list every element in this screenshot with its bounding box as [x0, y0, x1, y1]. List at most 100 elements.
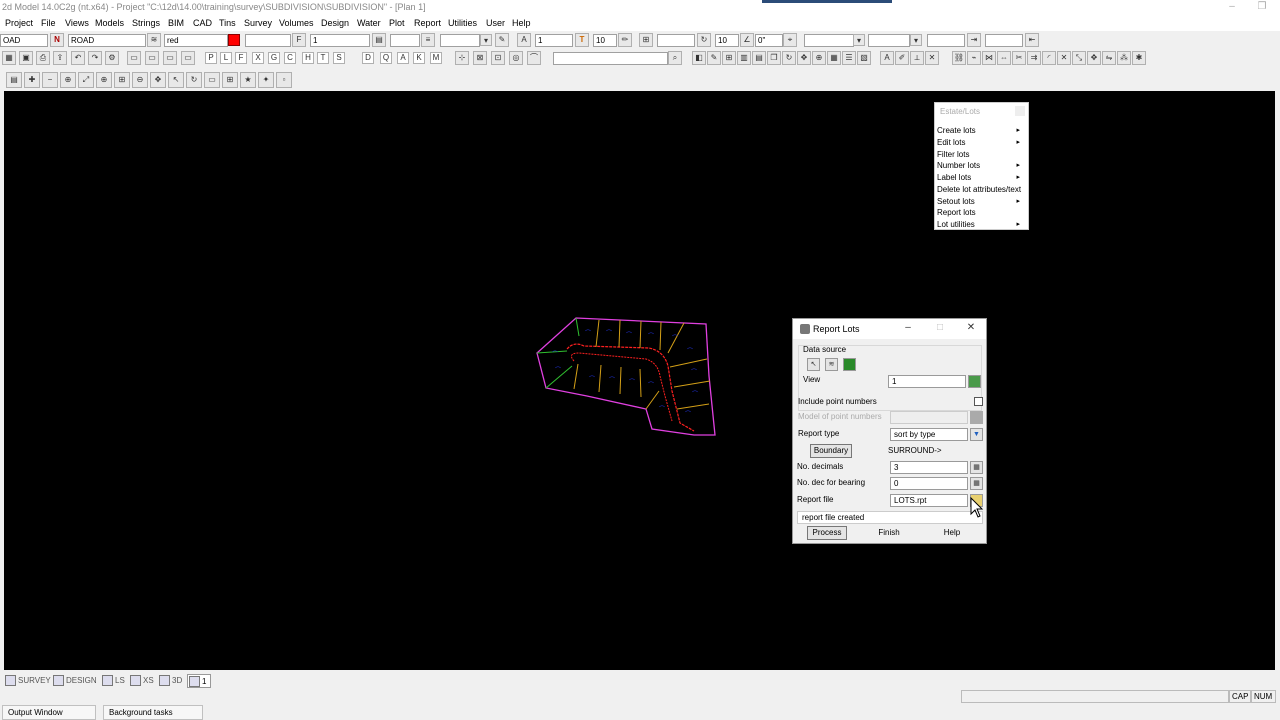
chain-icon[interactable]: ⛓	[952, 51, 966, 65]
angle-pick-icon[interactable]: ⌖	[783, 33, 797, 47]
minimize-icon[interactable]: –	[1220, 1, 1244, 15]
attributes-icon[interactable]: ▧	[857, 51, 871, 65]
snap-p-button[interactable]: P	[205, 52, 217, 64]
linestyle-icon[interactable]: F	[292, 33, 306, 47]
menu-item-label-lots[interactable]: Label lots ▸	[936, 173, 1028, 185]
list-icon[interactable]: ☰	[842, 51, 856, 65]
break-icon[interactable]: ⌁	[967, 51, 981, 65]
text-style-icon[interactable]: A	[517, 33, 531, 47]
linestyle-field[interactable]	[245, 34, 291, 47]
angle-icon[interactable]: ∠	[740, 33, 754, 47]
snap-s-button[interactable]: S	[333, 52, 345, 64]
colour-field[interactable]: red	[164, 34, 228, 47]
close-icon[interactable]: ✕	[964, 322, 978, 336]
folder-open-icon[interactable]: ▭	[127, 51, 141, 65]
snap-arc-icon[interactable]: ⌒	[527, 51, 541, 65]
model-select-icon[interactable]	[970, 411, 983, 424]
snap-t-button[interactable]: T	[317, 52, 329, 64]
menu-volumes[interactable]: Volumes	[279, 18, 314, 28]
chevron-down-icon[interactable]: ▾	[910, 34, 922, 46]
redo-icon[interactable]: ↷	[88, 51, 102, 65]
extend-icon[interactable]: ⇔	[997, 51, 1011, 65]
zoom-pick-icon[interactable]: ⤢	[78, 72, 94, 88]
table-icon[interactable]: ▦	[827, 51, 841, 65]
menu-report[interactable]: Report	[414, 18, 441, 28]
menu-user[interactable]: User	[486, 18, 505, 28]
tab-3d[interactable]: 3D	[158, 674, 182, 688]
boundary-field[interactable]: SURROUND->	[884, 444, 972, 457]
maximize-icon[interactable]: □	[933, 322, 947, 336]
snap-mid-icon[interactable]: ⊡	[491, 51, 505, 65]
snap-g-button[interactable]: G	[268, 52, 280, 64]
layout-icon[interactable]: ▥	[737, 51, 751, 65]
view-select-icon[interactable]	[968, 375, 981, 388]
zoom-window-icon[interactable]: ⊞	[114, 72, 130, 88]
new-icon[interactable]: ▦	[2, 51, 16, 65]
measure-icon[interactable]: ⟂	[910, 51, 924, 65]
include-point-numbers-checkbox[interactable]	[974, 397, 983, 406]
menu-design[interactable]: Design	[321, 18, 349, 28]
trim-icon[interactable]: ✂	[1012, 51, 1026, 65]
tab-plan-1[interactable]: 1	[187, 674, 212, 688]
snap-l-button[interactable]: L	[220, 52, 232, 64]
window-restore-icon[interactable]: ▫	[276, 72, 292, 88]
layers-icon[interactable]: ≋	[147, 33, 161, 47]
folder-search-icon[interactable]: ▭	[163, 51, 177, 65]
model-point-numbers-field[interactable]	[890, 411, 968, 424]
size-field[interactable]: 10	[593, 34, 617, 47]
edit-tool-icon[interactable]: ✐	[895, 51, 909, 65]
menu-models[interactable]: Models	[95, 18, 124, 28]
report-file-field[interactable]: LOTS.rpt	[890, 494, 968, 507]
menu-item-lot-utilities[interactable]: Lot utilities ▸	[936, 220, 1028, 232]
snap-f-button[interactable]: F	[235, 52, 247, 64]
pen-icon[interactable]: ✎	[495, 33, 509, 47]
zoom-out-icon[interactable]: ⊖	[132, 72, 148, 88]
tab-xs[interactable]: XS	[129, 674, 154, 688]
favorite-icon[interactable]: ★	[240, 72, 256, 88]
pen-tool-icon[interactable]: ✎	[707, 51, 721, 65]
menu-strings[interactable]: Strings	[132, 18, 160, 28]
angle-field[interactable]: 0"	[755, 34, 783, 47]
boundary-button[interactable]: Boundary	[810, 444, 852, 458]
menu-project[interactable]: Project	[5, 18, 33, 28]
snap-circle-icon[interactable]: ◎	[509, 51, 523, 65]
snap-m-button[interactable]: M	[430, 52, 442, 64]
colour-swatch[interactable]	[228, 34, 240, 46]
model-name-field[interactable]: ROAD	[68, 34, 146, 47]
zoom-in-icon[interactable]: ⊕	[96, 72, 112, 88]
menu-item-number-lots[interactable]: Number lots ▸	[936, 161, 1028, 173]
menu-water[interactable]: Water	[357, 18, 381, 28]
calculator-icon[interactable]: ▦	[970, 461, 983, 474]
layers-icon[interactable]: ≋	[825, 358, 838, 371]
view-remove-icon[interactable]: −	[42, 72, 58, 88]
menu-file[interactable]: File	[41, 18, 56, 28]
n-toggle-button[interactable]: N	[50, 33, 64, 47]
background-tasks-tab[interactable]: Background tasks	[103, 705, 203, 720]
offset-icon[interactable]: ⇥	[967, 33, 981, 47]
delete-tool-icon[interactable]: ✕	[925, 51, 939, 65]
minimize-icon[interactable]: –	[901, 322, 915, 336]
pick-icon[interactable]: ↖	[807, 358, 820, 371]
folder-edit-icon[interactable]: ▭	[181, 51, 195, 65]
menu-item-create-lots[interactable]: Create lots ▸	[936, 126, 1028, 138]
font-dropdown[interactable]	[804, 34, 854, 47]
pick-icon[interactable]: ↖	[168, 72, 184, 88]
snap-point-icon[interactable]: ⊹	[455, 51, 469, 65]
snap-d-button[interactable]: D	[362, 52, 374, 64]
process-button[interactable]: Process	[807, 526, 847, 540]
snap-q-button[interactable]: Q	[380, 52, 392, 64]
pan-icon[interactable]: ✥	[150, 72, 166, 88]
chevron-down-icon[interactable]: ▾	[853, 34, 865, 46]
pan-icon[interactable]: ✥	[797, 51, 811, 65]
menu-item-edit-lots[interactable]: Edit lots ▸	[936, 138, 1028, 150]
zoom-window-icon[interactable]: ⊕	[812, 51, 826, 65]
print-icon[interactable]: ⎙	[36, 51, 50, 65]
justify-field[interactable]	[657, 34, 695, 47]
text-size-field[interactable]: 1	[535, 34, 573, 47]
view-field[interactable]: 1	[888, 375, 966, 388]
thickness-field[interactable]	[390, 34, 420, 47]
plan-view-canvas[interactable]: ⌒ ⌒ ⌒ ⌒ ⌒ ⌒ ⌒ ⌒ ⌒ ⌒ ⌒ ⌒ ⌒ ⌒ ⌒ ⌒	[4, 91, 1275, 670]
snap-a-button[interactable]: A	[397, 52, 409, 64]
menu-item-delete-lot-attributes[interactable]: Delete lot attributes/text	[936, 185, 1028, 197]
restore-icon[interactable]: ❐	[1250, 1, 1274, 15]
